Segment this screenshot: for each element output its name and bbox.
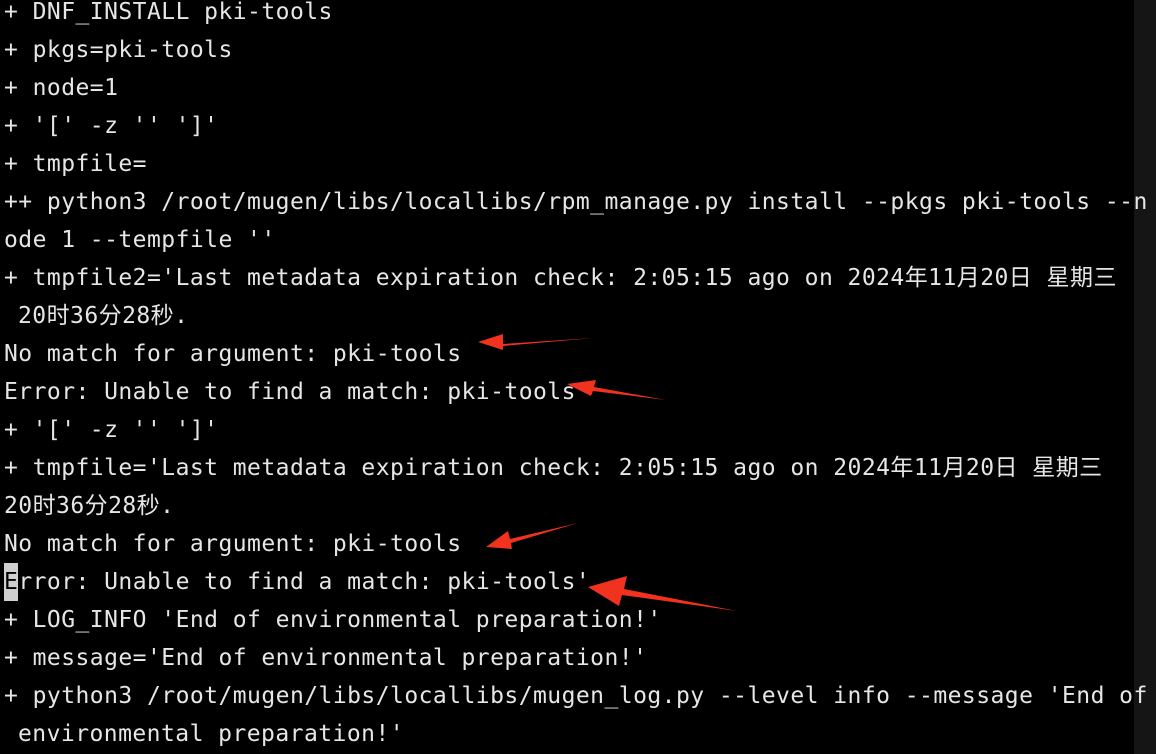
terminal-line-text: rror: Unable to find a match: pki-tools' xyxy=(18,569,591,595)
terminal-line: No match for argument: pki-tools xyxy=(4,531,462,557)
terminal-line: + '[' -z '' ']' xyxy=(4,113,219,139)
scrollbar-track[interactable] xyxy=(1134,0,1156,754)
terminal-line: environmental preparation!' xyxy=(18,721,405,747)
terminal-window[interactable]: + DNF_INSTALL pki-tools + pkgs=pki-tools… xyxy=(0,0,1156,754)
terminal-line: + message='End of environmental preparat… xyxy=(4,645,648,671)
terminal-line: + '[' -z '' ']' xyxy=(4,417,219,443)
terminal-line: + tmpfile= xyxy=(4,151,147,177)
terminal-line: + DNF_INSTALL pki-tools xyxy=(4,0,333,25)
terminal-line: ode 1 --tempfile '' xyxy=(4,227,276,253)
terminal-line: + pkgs=pki-tools xyxy=(4,37,233,63)
terminal-output: + DNF_INSTALL pki-tools + pkgs=pki-tools… xyxy=(4,0,1147,754)
terminal-line: + node=1 xyxy=(4,75,119,101)
terminal-line: Error: Unable to find a match: pki-tools… xyxy=(4,379,591,405)
terminal-line: + tmpfile='Last metadata expiration chec… xyxy=(4,455,1103,481)
text-cursor: E xyxy=(4,563,19,601)
terminal-line: + python3 /root/mugen/libs/locallibs/mug… xyxy=(4,683,1148,709)
terminal-line: + tmpfile2='Last metadata expiration che… xyxy=(4,265,1117,291)
terminal-line: ++ python3 /root/mugen/libs/locallibs/rp… xyxy=(4,189,1148,215)
terminal-line: 20时36分28秒. xyxy=(4,493,175,519)
terminal-line: + LOG_INFO 'End of environmental prepara… xyxy=(4,607,662,633)
terminal-line: No match for argument: pki-tools xyxy=(4,341,462,367)
terminal-line-with-cursor: Error: Unable to find a match: pki-tools… xyxy=(4,563,590,601)
terminal-line: 20时36分28秒. xyxy=(18,303,189,329)
